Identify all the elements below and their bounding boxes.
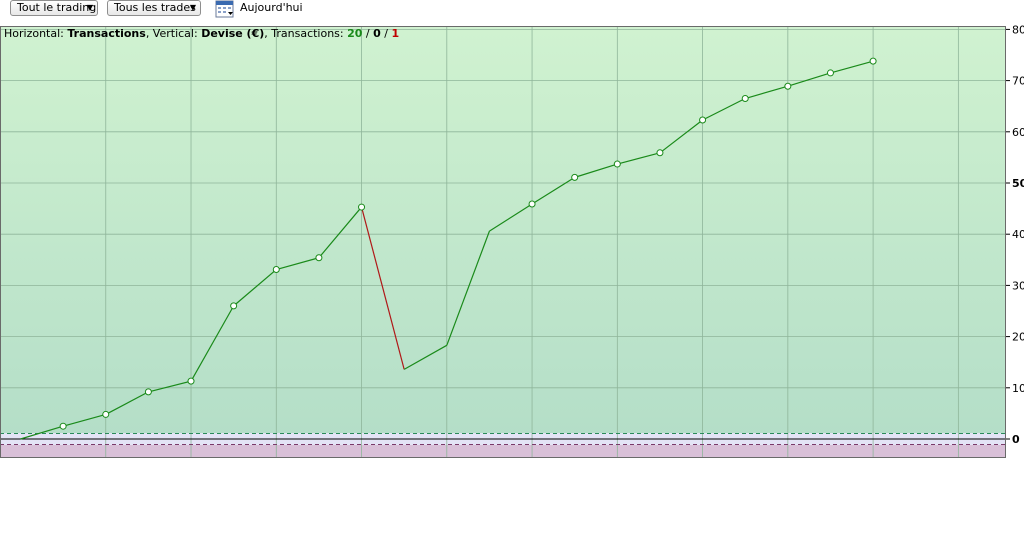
header-v-prefix: , Vertical: [146, 27, 201, 40]
header-sep-1: / [362, 27, 373, 40]
y-tick-label: 80 [1012, 23, 1024, 36]
chevron-down-icon: ▼ [86, 3, 93, 12]
data-point[interactable] [272, 266, 280, 274]
header-sep-2: / [381, 27, 392, 40]
today-button[interactable]: Aujourd'hui [240, 1, 303, 14]
data-point[interactable] [699, 116, 707, 124]
trading-filter-dropdown[interactable]: Tout le trading ▼ [10, 0, 98, 16]
data-point[interactable] [230, 302, 238, 310]
y-tick-label: 0 [1012, 433, 1020, 446]
data-point[interactable] [528, 200, 536, 208]
data-point[interactable] [826, 69, 834, 77]
y-tick-label: 30 [1012, 279, 1024, 292]
data-point[interactable] [144, 388, 152, 396]
data-point[interactable] [315, 254, 323, 262]
toolbar: Tout le trading ▼ Tous les trades ▼ Aujo… [0, 0, 1024, 22]
y-tick-label: 50 [1012, 177, 1024, 190]
y-axis: 0 10 20 30 40 50 60 70 80 [1006, 23, 1024, 446]
negative-zone [0, 445, 1006, 458]
data-point[interactable] [102, 410, 110, 418]
data-point[interactable] [571, 173, 579, 181]
equity-chart: 0 10 20 30 40 50 60 70 80 Horizontal: Transactio… [0, 23, 1024, 458]
y-tick-label: 70 [1012, 75, 1024, 88]
y-tick-label: 60 [1012, 126, 1024, 139]
y-tick-label: 10 [1012, 382, 1024, 395]
data-point[interactable] [187, 377, 195, 385]
wins-count: 20 [347, 27, 363, 40]
chart-header: Horizontal: Transactions, Vertical: Devi… [4, 27, 399, 40]
y-tick-label: 40 [1012, 228, 1024, 241]
data-point[interactable] [741, 95, 749, 103]
data-point[interactable] [59, 422, 67, 430]
data-point[interactable] [358, 203, 366, 211]
trades-filter-dropdown[interactable]: Tous les trades ▼ [107, 0, 201, 16]
header-h-value: Transactions [67, 27, 146, 40]
losses-count: 1 [392, 27, 400, 40]
y-tick-label: 20 [1012, 331, 1024, 344]
header-t-prefix: , Transactions: [264, 27, 347, 40]
trades-filter-label: Tous les trades [114, 1, 196, 14]
header-v-value: Devise (€) [201, 27, 264, 40]
header-h-prefix: Horizontal: [4, 27, 67, 40]
calendar-icon[interactable] [215, 0, 235, 18]
data-point[interactable] [656, 149, 664, 157]
plot-area-background [0, 26, 1006, 438]
data-point[interactable] [784, 82, 792, 90]
data-point[interactable] [869, 57, 877, 65]
trading-filter-label: Tout le trading [17, 1, 97, 14]
data-point[interactable] [613, 160, 621, 168]
chevron-down-icon: ▼ [189, 3, 196, 12]
